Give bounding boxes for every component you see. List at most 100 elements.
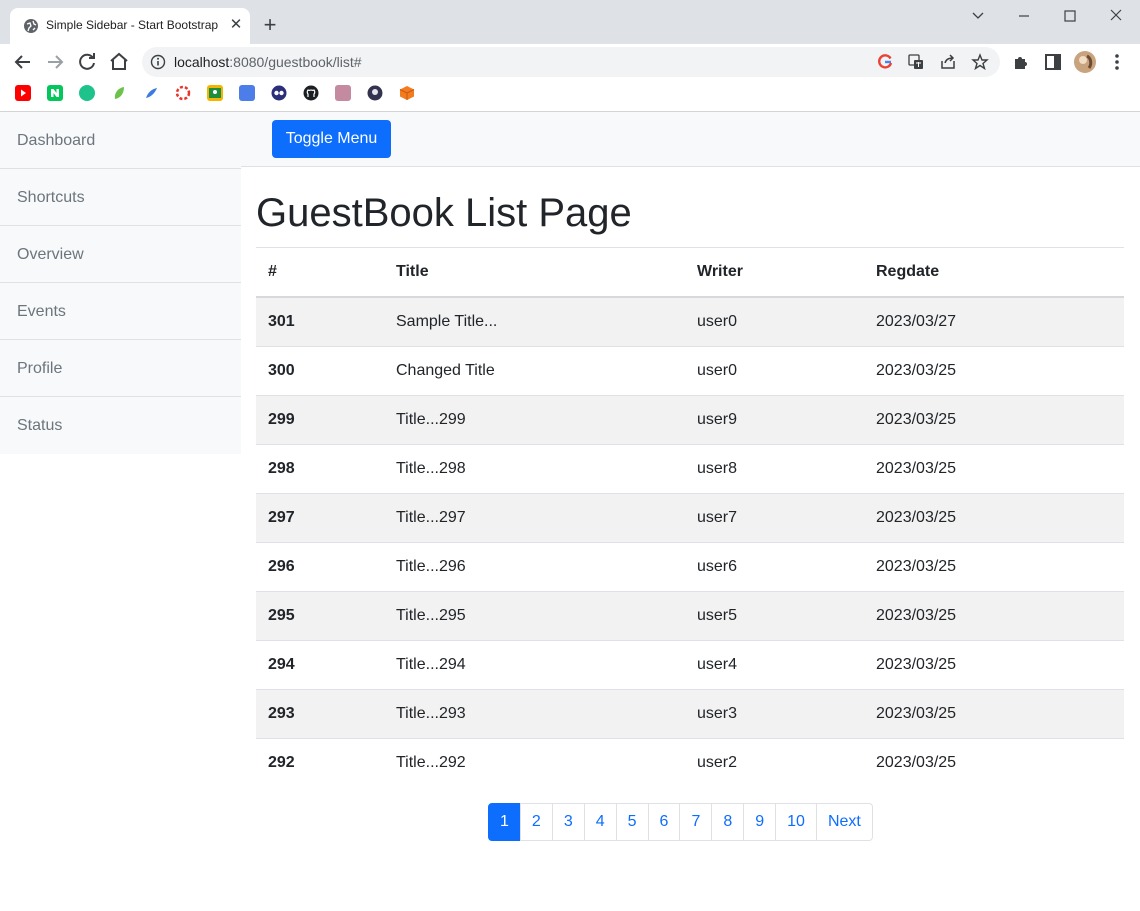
table-row[interactable]: 296 Title...296 user6 2023/03/25 [256, 542, 1124, 591]
new-tab-icon[interactable]: + [258, 13, 282, 37]
row-regdate: 2023/03/25 [876, 606, 957, 624]
row-number: 298 [268, 459, 295, 477]
sidebar-item-shortcuts[interactable]: Shortcuts [0, 169, 241, 226]
translate-icon[interactable] [907, 53, 925, 71]
blue-grid-icon[interactable] [239, 85, 255, 101]
page-link-6[interactable]: 6 [647, 803, 681, 841]
column-header-regdate: Regdate [864, 248, 1124, 298]
tab-title: Simple Sidebar - Start Bootstrap [46, 18, 219, 32]
share-icon[interactable] [939, 53, 957, 71]
row-title[interactable]: Title...299 [384, 395, 685, 444]
next-page-link[interactable]: Next [815, 803, 873, 841]
table-row[interactable]: 301 Sample Title... user0 2023/03/27 [256, 297, 1124, 346]
row-title[interactable]: Changed Title [384, 346, 685, 395]
row-regdate: 2023/03/25 [876, 753, 957, 771]
home-icon[interactable] [107, 50, 131, 74]
back-icon[interactable] [11, 50, 35, 74]
row-writer: user7 [697, 508, 738, 526]
table-row[interactable]: 293 Title...293 user3 2023/03/25 [256, 689, 1124, 738]
browser-toolbar: localhost:8080/guestbook/list# [0, 44, 1140, 80]
row-number: 297 [268, 508, 295, 526]
close-icon[interactable]: ✕ [228, 17, 244, 33]
row-regdate: 2023/03/27 [876, 312, 957, 330]
row-title[interactable]: Title...296 [384, 542, 685, 591]
sidebar-item-dashboard[interactable]: Dashboard [0, 112, 241, 169]
orange-cube-icon[interactable] [399, 85, 415, 101]
row-title[interactable]: Title...298 [384, 444, 685, 493]
column-header-writer: Writer [685, 248, 864, 298]
green-app-icon[interactable] [79, 85, 95, 101]
page-link-7[interactable]: 7 [679, 803, 713, 841]
google-icon[interactable] [876, 53, 894, 71]
dark-character-icon[interactable] [367, 85, 383, 101]
browser-tab[interactable]: Simple Sidebar - Start Bootstrap ✕ [10, 8, 250, 44]
extensions-icon[interactable] [1009, 50, 1033, 74]
page-link-9[interactable]: 9 [743, 803, 777, 841]
row-regdate: 2023/03/25 [876, 410, 957, 428]
profile-avatar[interactable] [1073, 50, 1097, 74]
row-writer: user8 [697, 459, 738, 477]
pagination: 1 2 3 4 5 6 7 8 9 10 Next [488, 803, 873, 841]
row-title[interactable]: Title...293 [384, 689, 685, 738]
sidebar-item-status[interactable]: Status [0, 397, 241, 454]
page-title: GuestBook List Page [256, 191, 632, 235]
row-regdate: 2023/03/25 [876, 655, 957, 673]
row-title[interactable]: Sample Title... [384, 297, 685, 346]
red-circle-icon[interactable] [175, 85, 191, 101]
page-link-4[interactable]: 4 [583, 803, 617, 841]
tab-search-icon[interactable] [955, 4, 1001, 28]
page-link-5[interactable]: 5 [615, 803, 649, 841]
address-bar[interactable]: localhost:8080/guestbook/list# [142, 47, 1000, 77]
maximize-icon[interactable] [1047, 4, 1093, 28]
table-row[interactable]: 294 Title...294 user4 2023/03/25 [256, 640, 1124, 689]
menu-kebab-icon[interactable] [1105, 50, 1129, 74]
forward-icon[interactable] [43, 50, 67, 74]
row-title[interactable]: Title...297 [384, 493, 685, 542]
naver-icon[interactable] [47, 85, 63, 101]
row-title[interactable]: Title...294 [384, 640, 685, 689]
sidebar-item-overview[interactable]: Overview [0, 226, 241, 283]
google-classroom-icon[interactable] [207, 85, 223, 101]
column-header-title: Title [384, 248, 685, 298]
leaf-icon[interactable] [111, 85, 127, 101]
side-panel-icon[interactable] [1041, 50, 1065, 74]
row-number: 300 [268, 361, 295, 379]
page-link-1[interactable]: 1 [488, 803, 521, 841]
sidebar-item-profile[interactable]: Profile [0, 340, 241, 397]
row-writer: user6 [697, 557, 738, 575]
window-close-icon[interactable] [1093, 4, 1139, 28]
table-row[interactable]: 299 Title...299 user9 2023/03/25 [256, 395, 1124, 444]
minimize-icon[interactable] [1001, 4, 1047, 28]
page-link-2[interactable]: 2 [519, 803, 553, 841]
table-row[interactable]: 297 Title...297 user7 2023/03/25 [256, 493, 1124, 542]
row-title[interactable]: Title...295 [384, 591, 685, 640]
column-header-number: # [256, 248, 384, 298]
reload-icon[interactable] [75, 50, 99, 74]
page-link-3[interactable]: 3 [551, 803, 585, 841]
row-writer: user0 [697, 361, 738, 379]
table-row[interactable]: 300 Changed Title user0 2023/03/25 [256, 346, 1124, 395]
github-icon[interactable] [303, 85, 319, 101]
page-link-10[interactable]: 10 [775, 803, 817, 841]
star-icon[interactable] [971, 53, 989, 71]
table-row[interactable]: 295 Title...295 user5 2023/03/25 [256, 591, 1124, 640]
toggle-menu-button[interactable]: Toggle Menu [272, 120, 391, 158]
row-writer: user9 [697, 410, 738, 428]
sidebar-item-events[interactable]: Events [0, 283, 241, 340]
pixel-avatar-icon[interactable] [335, 85, 351, 101]
table-row[interactable]: 298 Title...298 user8 2023/03/25 [256, 444, 1124, 493]
row-title[interactable]: Title...292 [384, 738, 685, 787]
site-info-icon[interactable] [150, 54, 166, 70]
url-path: :8080/guestbook/list# [229, 54, 362, 70]
youtube-icon[interactable] [15, 85, 31, 101]
globe-icon [24, 19, 38, 33]
guestbook-table: # Title Writer Regdate 301 Sample Title..… [256, 248, 1124, 787]
blue-feather-icon[interactable] [143, 85, 159, 101]
row-regdate: 2023/03/25 [876, 557, 957, 575]
dark-owl-icon[interactable] [271, 85, 287, 101]
page-link-8[interactable]: 8 [711, 803, 745, 841]
url-text[interactable]: localhost:8080/guestbook/list# [174, 54, 362, 70]
row-number: 299 [268, 410, 295, 428]
tab-strip: Simple Sidebar - Start Bootstrap ✕ + [0, 0, 1140, 44]
table-row[interactable]: 292 Title...292 user2 2023/03/25 [256, 738, 1124, 787]
